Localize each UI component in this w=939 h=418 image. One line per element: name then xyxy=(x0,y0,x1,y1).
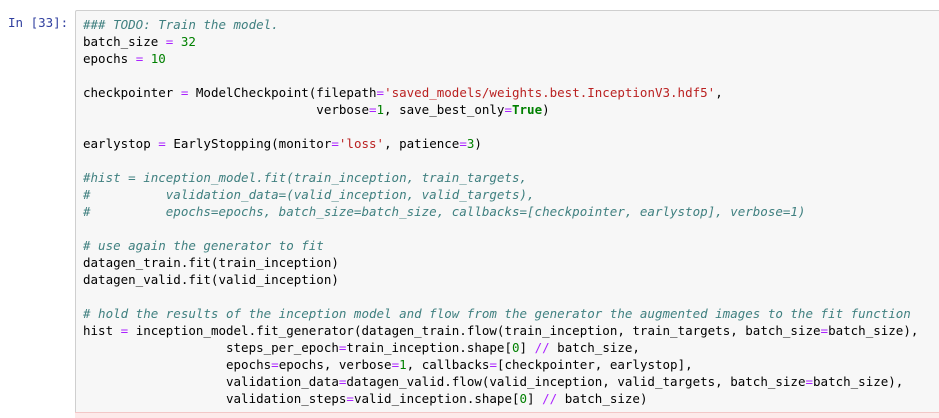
code-token: True xyxy=(512,102,543,117)
code-token: #hist = inception_model.fit(train_incept… xyxy=(83,170,528,185)
code-token: = xyxy=(346,391,354,406)
code-token: hist xyxy=(83,323,121,338)
code-token: # use again the generator to fit xyxy=(83,238,324,253)
code-token: epochs xyxy=(83,357,272,372)
code-line[interactable]: # epochs=epochs, batch_size=batch_size, … xyxy=(83,203,939,220)
code-token: , xyxy=(715,85,723,100)
code-token: ] xyxy=(519,340,535,355)
code-token: verbose xyxy=(83,102,369,117)
code-token: = xyxy=(805,374,814,389)
code-token: batch_size xyxy=(83,34,166,49)
code-line[interactable]: datagen_valid.fit(valid_inception) xyxy=(83,271,939,288)
code-line[interactable]: # hold the results of the inception mode… xyxy=(83,305,939,322)
code-line[interactable]: earlystop = EarlyStopping(monitor='loss'… xyxy=(83,135,939,152)
code-token: 1 xyxy=(399,357,407,372)
code-token: inception_model.fit_generator(datagen_tr… xyxy=(128,323,821,338)
code-token: validation_steps xyxy=(83,391,347,406)
code-token: validation_data xyxy=(83,374,339,389)
code-line[interactable]: checkpointer = ModelCheckpoint(filepath=… xyxy=(83,84,939,101)
code-token: ModelCheckpoint(filepath xyxy=(188,85,377,100)
code-line[interactable]: # use again the generator to fit xyxy=(83,237,939,254)
code-token: # hold the results of the inception mode… xyxy=(83,306,911,321)
code-token: epochs, verbose xyxy=(278,357,392,372)
code-line[interactable]: validation_steps=valid_inception.shape[0… xyxy=(83,390,939,407)
code-token: = xyxy=(504,102,512,117)
code-token: , callbacks xyxy=(406,357,490,372)
code-token: = xyxy=(459,136,467,151)
code-token: 0 xyxy=(519,391,528,406)
code-line[interactable] xyxy=(83,152,939,169)
code-token: , save_best_only xyxy=(384,102,505,117)
code-token: ) xyxy=(542,102,550,117)
code-line[interactable]: validation_data =datagen_valid.flow(valid… xyxy=(83,373,939,390)
code-token: 32 xyxy=(180,34,196,49)
code-token: train_inception.shape[ xyxy=(346,340,512,355)
code-token: ) xyxy=(474,136,482,151)
code-line[interactable]: ### TODO: Train the model. xyxy=(83,16,939,33)
code-token: // xyxy=(534,340,550,355)
output-area xyxy=(75,412,939,418)
code-token: 0 xyxy=(511,340,520,355)
code-token: , patience xyxy=(384,136,460,151)
code-line[interactable]: epochs = 10 xyxy=(83,50,939,67)
code-token: # validation_data=(valid_inception, vali… xyxy=(83,187,535,202)
code-token: earlystop xyxy=(83,136,159,151)
code-line[interactable]: verbose=1, save_best_only=True) xyxy=(83,101,939,118)
code-token: steps_per_epoch xyxy=(83,340,339,355)
code-token: ] xyxy=(527,391,543,406)
code-token: valid_inception.shape[ xyxy=(353,391,520,406)
code-token: 'saved_models/weights.best.InceptionV3.h… xyxy=(384,85,716,100)
code-token: = xyxy=(158,136,166,151)
code-token: = xyxy=(820,323,829,338)
code-token: datagen_valid.flow(valid_inception, vali… xyxy=(346,374,806,389)
code-token: batch_size), xyxy=(828,323,919,338)
code-token: = xyxy=(271,357,279,372)
code-token: datagen_valid.fit(valid_inception) xyxy=(83,272,339,287)
code-line[interactable] xyxy=(83,67,939,84)
code-token: = xyxy=(391,357,400,372)
code-token: [checkpointer, earlystop], xyxy=(496,357,693,372)
code-token: datagen_train.fit(train_inception) xyxy=(83,255,339,270)
code-token: = xyxy=(489,357,497,372)
code-token: epochs xyxy=(83,51,136,66)
code-token: batch_size, xyxy=(549,340,640,355)
code-token: checkpointer xyxy=(83,85,181,100)
code-token: # epochs=epochs, batch_size=batch_size, … xyxy=(83,204,806,219)
code-token: = xyxy=(368,102,377,117)
code-token: // xyxy=(542,391,558,406)
notebook-code-cell[interactable]: In [33]: ### TODO: Train the model. batch… xyxy=(0,0,939,418)
code-text[interactable]: ### TODO: Train the model. batch_size = 3… xyxy=(76,11,939,407)
code-line[interactable]: #hist = inception_model.fit(train_incept… xyxy=(83,169,939,186)
code-token: 'loss' xyxy=(338,136,385,151)
code-token: 1 xyxy=(376,102,385,117)
code-line[interactable]: hist = inception_model.fit_generator(dat… xyxy=(83,322,939,339)
code-line[interactable]: # validation_data=(valid_inception, vali… xyxy=(83,186,939,203)
code-editor[interactable]: ### TODO: Train the model. batch_size = 3… xyxy=(75,10,939,414)
code-token: = xyxy=(331,136,339,151)
code-line[interactable]: steps_per_epoch=train_inception.shape[0]… xyxy=(83,339,939,356)
code-line[interactable] xyxy=(83,220,939,237)
code-line[interactable]: datagen_train.fit(train_inception) xyxy=(83,254,939,271)
code-line[interactable] xyxy=(83,118,939,135)
code-token: 10 xyxy=(150,51,166,66)
input-prompt: In [33]: xyxy=(8,15,69,30)
code-line[interactable]: epochs=epochs, verbose=1, callbacks=[che… xyxy=(83,356,939,373)
code-token: batch_size), xyxy=(813,374,904,389)
code-token: = xyxy=(376,85,385,100)
code-line[interactable]: batch_size = 32 xyxy=(83,33,939,50)
code-line[interactable] xyxy=(83,288,939,305)
code-token: batch_size) xyxy=(557,391,648,406)
code-token: EarlyStopping(monitor xyxy=(165,136,332,151)
code-token: ### TODO: Train the model. xyxy=(83,17,279,32)
